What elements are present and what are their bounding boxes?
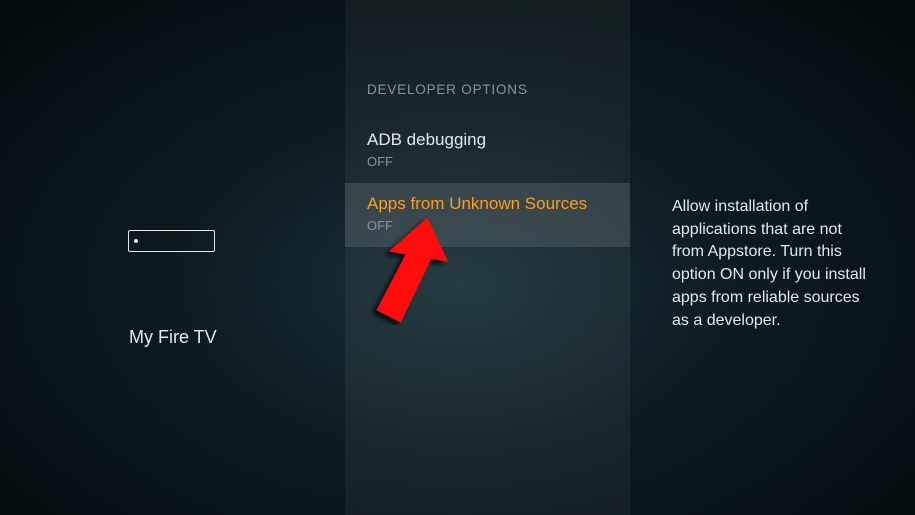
option-adb-debugging[interactable]: ADB debugging OFF [345,119,630,183]
option-label: Apps from Unknown Sources [367,193,608,216]
section-title: DEVELOPER OPTIONS [345,82,630,119]
option-description: Allow installation of applications that … [672,196,875,332]
option-apps-unknown-sources[interactable]: Apps from Unknown Sources OFF [345,183,630,247]
settings-panel: DEVELOPER OPTIONS ADB debugging OFF Apps… [345,0,630,515]
left-panel: My Fire TV [0,0,345,515]
option-status: OFF [367,154,608,169]
menu-indicator-box [128,230,215,252]
description-panel: Allow installation of applications that … [630,0,915,515]
option-label: ADB debugging [367,129,608,152]
menu-indicator-dot [134,239,138,243]
breadcrumb-label: My Fire TV [129,327,217,348]
option-status: OFF [367,218,608,233]
